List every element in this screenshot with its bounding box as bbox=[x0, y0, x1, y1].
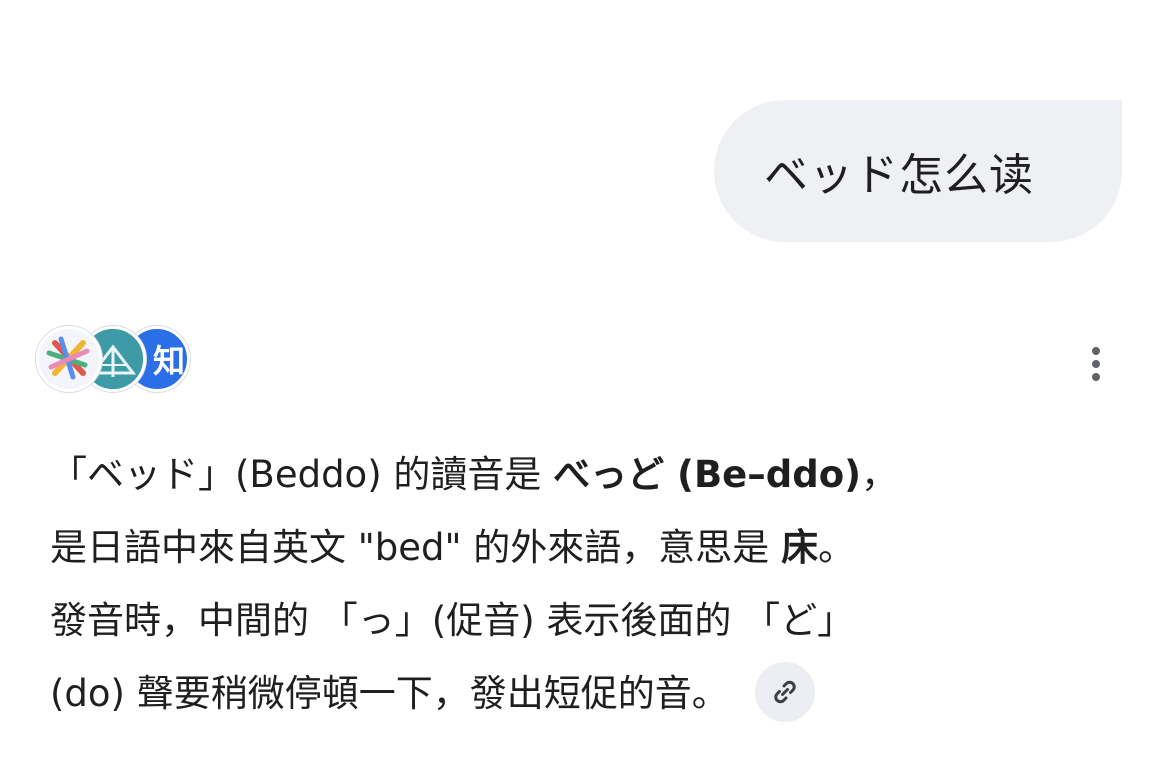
answer-text: 發音時，中間的 「っ」(促音) 表示後面的 「ど」 bbox=[50, 599, 855, 642]
answer-text: 。 bbox=[818, 526, 856, 569]
answer-text: ， bbox=[861, 453, 899, 496]
source-link-button[interactable] bbox=[754, 661, 815, 722]
assistant-answer: 「ベッド」(Beddo) 的讀音是 べっど (Be–ddo)， 是日語中來自英文… bbox=[50, 438, 1130, 730]
answer-bold-text: べっど (Be–ddo) bbox=[553, 453, 862, 496]
answer-bold-text: 床 bbox=[781, 526, 819, 569]
answer-text: 是日語中來自英文 "bed" 的外來語，意思是 bbox=[50, 526, 782, 569]
more-vertical-icon-dot bbox=[1092, 360, 1100, 368]
user-message-bubble: ベッド怎么读 bbox=[714, 100, 1122, 242]
colorful-x-logo-icon bbox=[36, 326, 102, 392]
link-icon bbox=[774, 680, 796, 703]
answer-line: 發音時，中間的 「っ」(促音) 表示後面的 「ど」 bbox=[50, 584, 1130, 657]
answer-line: 是日語中來自英文 "bed" 的外來語，意思是 床。 bbox=[50, 511, 1130, 584]
answer-text: (do) 聲要稍微停頓一下，發出短促的音。 bbox=[50, 672, 729, 715]
answer-text: 「ベッド」(Beddo) 的讀音是 bbox=[50, 453, 554, 496]
sources-avatars[interactable]: 知 bbox=[36, 326, 196, 394]
more-options-button[interactable] bbox=[1076, 340, 1116, 388]
user-message-text: ベッド怎么读 bbox=[764, 150, 1034, 201]
more-vertical-icon-dot bbox=[1092, 373, 1100, 381]
answer-line: 「ベッド」(Beddo) 的讀音是 べっど (Be–ddo)， bbox=[50, 438, 1130, 511]
answer-line: (do) 聲要稍微停頓一下，發出短促的音。 bbox=[50, 657, 1130, 730]
more-vertical-icon bbox=[1092, 347, 1100, 355]
